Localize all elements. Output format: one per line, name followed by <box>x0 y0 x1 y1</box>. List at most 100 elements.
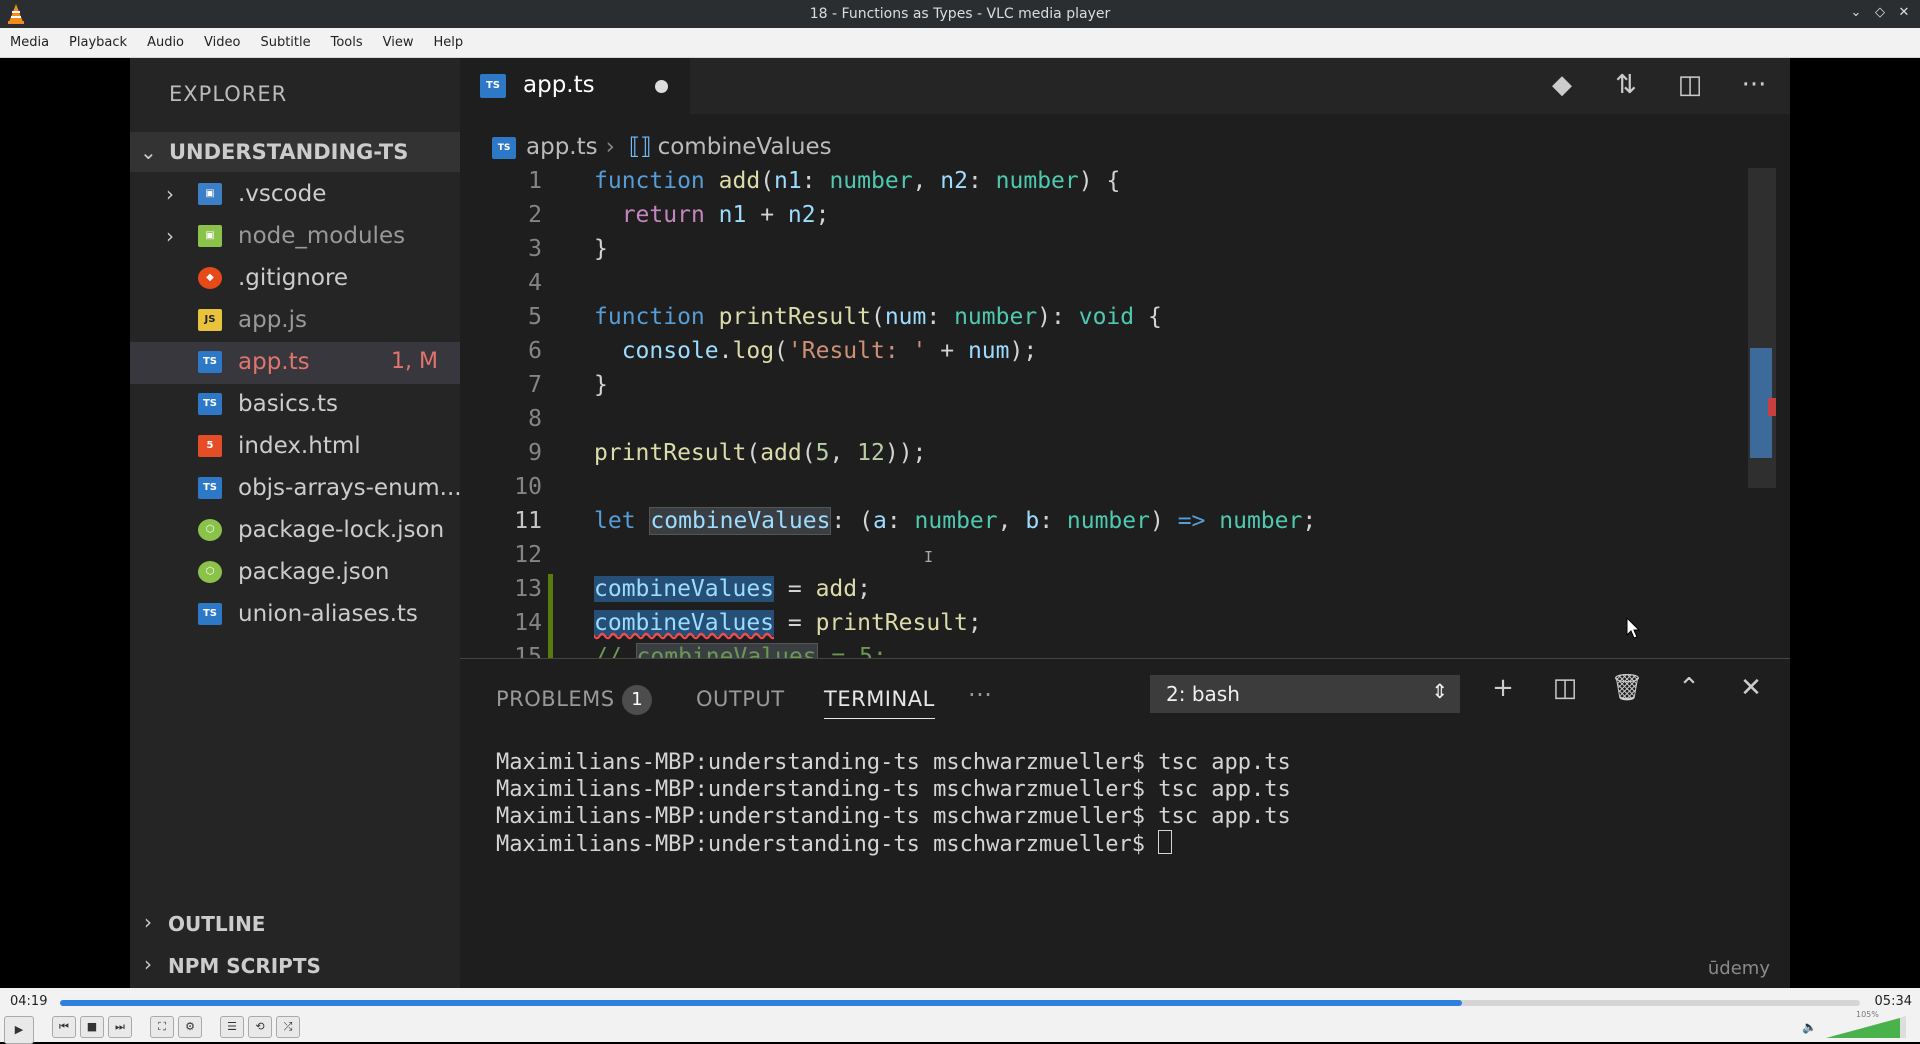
extended-settings-button[interactable]: ⚙ <box>178 1016 202 1038</box>
previous-button[interactable]: ⏮ <box>52 1016 76 1038</box>
html-file-icon: 5 <box>198 435 222 457</box>
file-name: package-lock.json <box>238 517 445 543</box>
close-icon[interactable]: ✕ <box>1896 4 1912 22</box>
file-name: union-aliases.ts <box>238 601 418 627</box>
explorer-header: EXPLORER <box>169 82 288 106</box>
open-changes-icon: ⇅ <box>1615 70 1637 100</box>
shuffle-button[interactable]: ⤮ <box>276 1016 300 1038</box>
file-item: JS app.js <box>130 300 460 342</box>
tab-terminal: TERMINAL <box>824 687 935 719</box>
tab-output: OUTPUT <box>696 687 785 711</box>
project-name: UNDERSTANDING-TS <box>169 140 409 164</box>
updown-arrows-icon: ⇕ <box>1431 679 1448 703</box>
video-area[interactable]: EXPLORER ⌄ UNDERSTANDING-TS › ▣ .vscode … <box>0 58 1920 988</box>
loop-button[interactable]: ⟲ <box>248 1016 272 1038</box>
chevron-up-icon: ⌃ <box>1678 673 1700 703</box>
code-line: 11 let combineValues: (a: number, b: numb… <box>460 506 1720 540</box>
maximize-icon[interactable]: ◇ <box>1872 4 1888 22</box>
menu-bar: Media Playback Audio Video Subtitle Tool… <box>0 28 1920 58</box>
code-line: 12 I <box>460 540 1720 574</box>
ts-file-icon: TS <box>480 74 506 98</box>
chevron-right-icon: › <box>144 910 152 934</box>
line-number: 13 <box>514 576 542 602</box>
player-controls: 04:19 05:34 ▶ ⏮ ■ ⏭ ⛶ ⚙ ☰ ⟲ ⤮ 🔈 105% <box>0 988 1920 1044</box>
ts-file-icon: TS <box>198 393 222 415</box>
ts-file-icon: TS <box>198 477 222 499</box>
unsaved-dot-icon <box>655 80 668 93</box>
chevron-right-icon: › <box>144 952 152 976</box>
fullscreen-button[interactable]: ⛶ <box>150 1016 174 1038</box>
editor-area: TS app.ts ◆ ⇅ ◫ ··· TS app.ts › ⟦⟧ combineVa… <box>460 58 1790 988</box>
playlist-button[interactable]: ☰ <box>220 1016 244 1038</box>
file-item: ⬡ package-lock.json <box>130 510 460 552</box>
file-name: app.js <box>238 307 307 333</box>
terminal-cursor <box>1158 830 1173 854</box>
line-number: 10 <box>514 474 542 500</box>
line-number: 7 <box>528 372 542 398</box>
stop-button[interactable]: ■ <box>80 1016 104 1038</box>
terminal-line: Maximilians-MBP:understanding-ts mschwar… <box>496 750 1291 775</box>
folder-node-icon: ▣ <box>198 225 222 247</box>
more-actions-icon: ··· <box>1741 70 1767 100</box>
git-icon: ◆ <box>198 267 222 289</box>
terminal-output: Maximilians-MBP:understanding-ts mschwar… <box>496 749 1291 858</box>
title-bar: 18 - Functions as Types - VLC media play… <box>0 0 1920 28</box>
file-item: TS union-aliases.ts <box>130 594 460 636</box>
seek-slider[interactable] <box>60 1000 1860 1006</box>
line-number: 11 <box>514 508 542 534</box>
line-number: 12 <box>514 542 542 568</box>
file-item: ◆ .gitignore <box>130 258 460 300</box>
line-number: 9 <box>528 440 542 466</box>
npm-scripts-label: NPM SCRIPTS <box>168 954 321 978</box>
code-line: 5 function printResult(num: number): void… <box>460 302 1720 336</box>
terminal-line: Maximilians-MBP:understanding-ts mschwar… <box>496 804 1291 829</box>
file-name: basics.ts <box>238 391 339 417</box>
line-number: 14 <box>514 610 542 636</box>
variable-symbol-icon: ⟦⟧ <box>628 134 652 160</box>
menu-video[interactable]: Video <box>204 35 240 50</box>
code-line: 6 console.log('Result: ' + num); <box>460 336 1720 370</box>
menu-subtitle[interactable]: Subtitle <box>260 35 310 50</box>
code-line: 7} <box>460 370 1720 404</box>
next-button[interactable]: ⏭ <box>108 1016 132 1038</box>
outline-label: OUTLINE <box>168 912 266 936</box>
volume-percent: 105% <box>1856 1010 1879 1019</box>
menu-view[interactable]: View <box>383 35 414 50</box>
menu-media[interactable]: Media <box>10 35 49 50</box>
line-number: 3 <box>528 236 542 262</box>
menu-help[interactable]: Help <box>434 35 464 50</box>
code-line: 9 printResult(add(5, 12)); <box>460 438 1720 472</box>
code-line: 8 <box>460 404 1720 438</box>
vscode-window: EXPLORER ⌄ UNDERSTANDING-TS › ▣ .vscode … <box>130 58 1790 988</box>
git-compare-icon: ◆ <box>1552 70 1572 100</box>
explorer-sidebar: EXPLORER ⌄ UNDERSTANDING-TS › ▣ .vscode … <box>130 58 462 988</box>
more-tabs-icon: ··· <box>968 681 993 709</box>
mouse-pointer-icon <box>1626 617 1641 639</box>
line-number: 5 <box>528 304 542 330</box>
code-line: 13 combineValues = add; <box>460 574 1720 608</box>
code-line: 10 <box>460 472 1720 506</box>
minimize-icon[interactable]: ⌄ <box>1848 4 1864 22</box>
tab-bar: TS app.ts ◆ ⇅ ◫ ··· <box>460 58 1790 114</box>
play-button[interactable]: ▶ <box>4 1016 34 1044</box>
npm-scripts-section: › NPM SCRIPTS <box>130 946 460 986</box>
chevron-right-icon: › <box>166 182 174 206</box>
menu-audio[interactable]: Audio <box>147 35 184 50</box>
problems-count-badge: 1 <box>622 685 652 715</box>
file-name: node_modules <box>238 223 406 249</box>
menu-playback[interactable]: Playback <box>69 35 127 50</box>
trash-icon: 🗑 <box>1610 673 1644 703</box>
npm-file-icon: ⬡ <box>198 561 222 583</box>
plus-icon: + <box>1492 673 1514 703</box>
code-line: 4 <box>460 268 1720 302</box>
menu-tools[interactable]: Tools <box>331 35 363 50</box>
elapsed-time: 04:19 <box>10 994 48 1009</box>
file-name: .vscode <box>238 181 327 207</box>
folder-vscode-icon: ▣ <box>198 183 222 205</box>
bottom-panel: PROBLEMS 1 OUTPUT TERMINAL ··· 2: bash ⇕… <box>460 658 1790 988</box>
volume-slider[interactable]: 🔈 105% <box>1802 1010 1912 1040</box>
project-folder: ⌄ UNDERSTANDING-TS <box>130 132 460 172</box>
file-badge: 1, M <box>391 349 438 374</box>
file-name: app.ts <box>238 349 310 375</box>
ts-file-icon: TS <box>198 603 222 625</box>
